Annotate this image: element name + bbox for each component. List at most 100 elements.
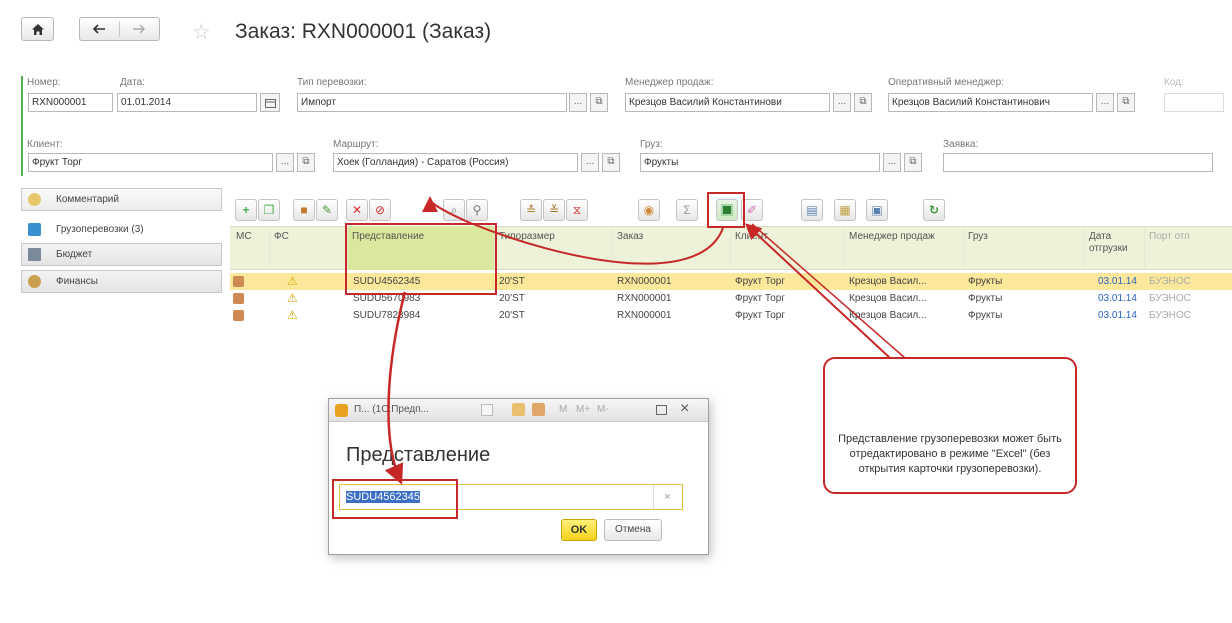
request-field[interactable] <box>943 153 1213 172</box>
filter-clear-button[interactable]: ⧖ <box>566 199 588 221</box>
code-field[interactable] <box>1164 93 1224 112</box>
col-header-order[interactable]: Заказ <box>613 226 731 270</box>
add-icon: + <box>242 203 250 217</box>
cargo-select-button[interactable]: ... <box>883 153 901 172</box>
route-select-button[interactable]: ... <box>581 153 599 172</box>
memory-m-button[interactable]: M <box>559 404 567 415</box>
report-button[interactable]: ◉ <box>638 199 660 221</box>
dialog-title: П... (1С:Предп... <box>354 404 429 415</box>
forward-button[interactable] <box>120 21 160 37</box>
cell-ship-date[interactable]: 03.01.14 <box>1098 276 1137 287</box>
transport-type-field[interactable]: Импорт <box>297 93 567 112</box>
cargo-field[interactable]: Фрукты <box>640 153 880 172</box>
print-button[interactable]: ▤ <box>801 199 823 221</box>
dialog-titlebar[interactable]: П... (1С:Предп... M M+ M- × <box>329 399 708 422</box>
settings-button[interactable]: ▣ <box>866 199 888 221</box>
number-field[interactable]: RXN000001 <box>28 93 113 112</box>
cell-port[interactable]: БУЭНОС <box>1149 293 1191 304</box>
cell-representation[interactable]: SUDU4562345 <box>353 276 420 287</box>
star-icon[interactable]: ☆ <box>192 22 211 43</box>
cell-manager[interactable]: Крезцов Васил... <box>849 310 927 321</box>
cancel-button[interactable]: Отмена <box>604 519 662 541</box>
maximize-icon[interactable] <box>656 405 667 415</box>
delete-button[interactable]: ✕ <box>346 199 368 221</box>
sales-manager-select-button[interactable]: ... <box>833 93 851 112</box>
col-header-cargo[interactable]: Груз <box>964 226 1085 270</box>
col-header-port[interactable]: Порт отп <box>1145 226 1232 270</box>
cell-manager[interactable]: Крезцов Васил... <box>849 293 927 304</box>
cell-representation[interactable]: SUDU7823984 <box>353 310 420 321</box>
calendar-icon[interactable] <box>532 403 545 416</box>
cell-representation[interactable]: SUDU5670983 <box>353 293 420 304</box>
ok-button[interactable]: OK <box>561 519 597 541</box>
client-select-button[interactable]: ... <box>276 153 294 172</box>
cell-port[interactable]: БУЭНОС <box>1149 276 1191 287</box>
sort-asc-button[interactable]: ≛ <box>520 199 542 221</box>
cell-size[interactable]: 20'ST <box>499 310 525 321</box>
edit-button[interactable]: ✎ <box>316 199 338 221</box>
col-header-size[interactable]: Типоразмер <box>495 226 613 270</box>
refresh-button[interactable]: ↻ <box>923 199 945 221</box>
col-header-manager[interactable]: Менеджер продаж <box>845 226 964 270</box>
memory-mplus-button[interactable]: M+ <box>576 404 590 415</box>
representation-input[interactable]: SUDU4562345 <box>339 484 683 510</box>
cell-port[interactable]: БУЭНОС <box>1149 310 1191 321</box>
col-header-ship-date[interactable]: Дата отгрузки <box>1085 226 1145 270</box>
home-button[interactable] <box>21 17 54 41</box>
cell-size[interactable]: 20'ST <box>499 293 525 304</box>
add-copy-button[interactable]: ❐ <box>258 199 280 221</box>
transport-type-open-button[interactable]: ⧉ <box>590 93 608 112</box>
col-header-fs[interactable]: ФС <box>270 226 348 270</box>
cell-manager[interactable]: Крезцов Васил... <box>849 276 927 287</box>
client-open-button[interactable]: ⧉ <box>297 153 315 172</box>
cargo-open-button[interactable]: ⧉ <box>904 153 922 172</box>
route-field[interactable]: Хоек (Голландия) - Саратов (Россия) <box>333 153 578 172</box>
col-header-ms[interactable]: МС <box>232 226 270 270</box>
cell-order[interactable]: RXN000001 <box>617 293 671 304</box>
cell-order[interactable]: RXN000001 <box>617 276 671 287</box>
clear-button[interactable]: ✐ <box>741 199 763 221</box>
dialog-heading: Представление <box>346 444 491 466</box>
calendar-button[interactable] <box>260 93 280 112</box>
client-field[interactable]: Фрукт Торг <box>28 153 273 172</box>
calc-icon[interactable] <box>512 403 525 416</box>
cell-client[interactable]: Фрукт Торг <box>735 310 785 321</box>
add-button[interactable]: + <box>235 199 257 221</box>
cell-cargo[interactable]: Фрукты <box>968 293 1002 304</box>
memory-mminus-button[interactable]: M- <box>597 404 609 415</box>
cell-ship-date[interactable]: 03.01.14 <box>1098 310 1137 321</box>
clear-input-button[interactable]: × <box>653 485 681 509</box>
ops-manager-select-button[interactable]: ... <box>1096 93 1114 112</box>
search-button[interactable]: ⌕ <box>443 199 465 221</box>
cell-client[interactable]: Фрукт Торг <box>735 276 785 287</box>
cell-cargo[interactable]: Фрукты <box>968 276 1002 287</box>
sidebar-item-budget[interactable]: Бюджет <box>21 243 222 266</box>
sidebar-item-finance[interactable]: Финансы <box>21 270 222 293</box>
sidebar-item-shipments[interactable]: Грузоперевозки (3) <box>21 218 222 241</box>
excel-mode-button[interactable] <box>716 199 738 221</box>
col-header-client[interactable]: Клиент <box>731 226 845 270</box>
sidebar-item-comment[interactable]: Комментарий <box>21 188 222 211</box>
sum-button[interactable]: Σ <box>676 199 698 221</box>
cell-cargo[interactable]: Фрукты <box>968 310 1002 321</box>
cell-ship-date[interactable]: 03.01.14 <box>1098 293 1137 304</box>
date-field[interactable]: 01.01.2014 <box>117 93 257 112</box>
mark-delete-button[interactable]: ⊘ <box>369 199 391 221</box>
cell-client[interactable]: Фрукт Торг <box>735 293 785 304</box>
sales-manager-field[interactable]: Крезцов Василий Константинови <box>625 93 830 112</box>
parent-button[interactable]: ■ <box>293 199 315 221</box>
col-header-representation[interactable]: Представление <box>348 226 495 270</box>
minimize-icon[interactable] <box>481 404 493 416</box>
ops-manager-open-button[interactable]: ⧉ <box>1117 93 1135 112</box>
close-icon[interactable]: × <box>680 400 689 418</box>
find-button[interactable]: ⚲ <box>466 199 488 221</box>
transport-type-select-button[interactable]: ... <box>569 93 587 112</box>
cell-size[interactable]: 20'ST <box>499 276 525 287</box>
route-open-button[interactable]: ⧉ <box>602 153 620 172</box>
cell-order[interactable]: RXN000001 <box>617 310 671 321</box>
sort-desc-button[interactable]: ≚ <box>543 199 565 221</box>
ops-manager-field[interactable]: Крезцов Василий Константинович <box>888 93 1093 112</box>
move-button[interactable]: ▦ <box>834 199 856 221</box>
back-button[interactable] <box>80 21 120 37</box>
sales-manager-open-button[interactable]: ⧉ <box>854 93 872 112</box>
